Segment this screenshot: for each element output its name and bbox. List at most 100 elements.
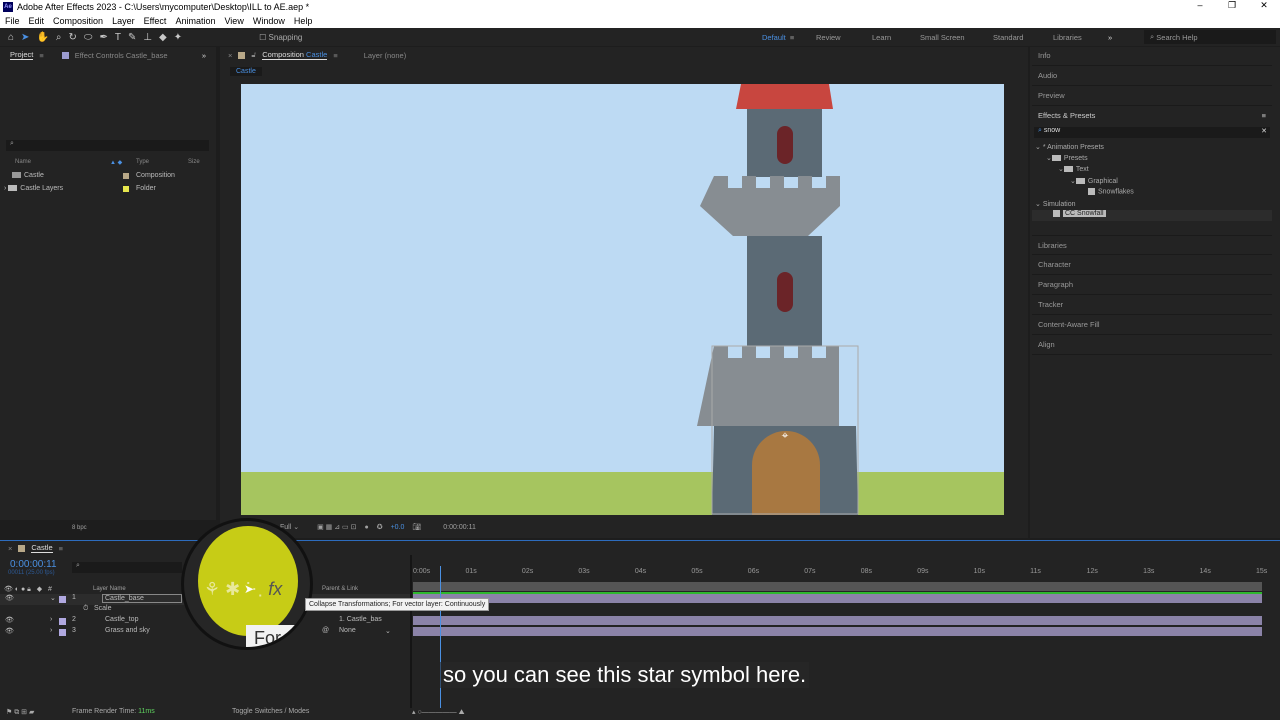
tab-layer[interactable]: Layer (none)	[364, 51, 407, 60]
lock-icon[interactable]: 🔓︎	[251, 50, 256, 60]
tab-timeline-castle[interactable]: Castle	[31, 543, 53, 553]
menu-view[interactable]: View	[224, 16, 243, 26]
search-help-input[interactable]: ⌕ Search Help	[1144, 30, 1276, 44]
tab-composition[interactable]: Composition Castle	[262, 50, 328, 60]
toggle-switches-modes-button[interactable]: Toggle Switches / Modes	[232, 708, 309, 715]
brush-tool-icon[interactable]: ✎	[128, 32, 136, 43]
composition-canvas[interactable]: ⌖	[241, 84, 1004, 515]
panel-tracker[interactable]: Tracker	[1032, 295, 1272, 315]
menu-effect[interactable]: Effect	[144, 16, 167, 26]
restore-button[interactable]: ❐	[1216, 0, 1248, 11]
col-type[interactable]: Type	[136, 159, 149, 165]
ae-logo-icon: Ae	[3, 2, 13, 12]
layer-bar-2[interactable]	[413, 616, 1262, 625]
close-button[interactable]: ✕	[1248, 0, 1280, 11]
project-item-castle-layers[interactable]: › Castle Layers Folder	[4, 185, 204, 192]
col-parent[interactable]: Parent & Link	[322, 586, 358, 592]
home-icon[interactable]: ⌂	[8, 32, 14, 43]
workspace-review[interactable]: Review	[816, 28, 841, 46]
item-name: Castle	[24, 172, 44, 179]
effect-controls-icon	[61, 51, 69, 59]
timeline-timecode[interactable]: 0:00:00:11	[10, 559, 57, 570]
exposure-reset-icon[interactable]: ✪	[377, 523, 383, 531]
panel-content-aware-fill[interactable]: Content-Aware Fill	[1032, 315, 1272, 335]
panel-character[interactable]: Character	[1032, 255, 1272, 275]
snapping-checkbox[interactable]: ☐ Snapping	[259, 33, 302, 42]
tree-graphical[interactable]: ⌄ Graphical	[1070, 177, 1118, 185]
panel-align[interactable]: Align	[1032, 335, 1272, 355]
viewer-timecode[interactable]: 0:00:00:11	[443, 524, 476, 531]
parent-dropdown[interactable]: 1. Castle_bas	[339, 616, 382, 623]
tab-effect-controls[interactable]: Effect Controls Castle_base	[75, 51, 168, 60]
panel-audio[interactable]: Audio	[1032, 66, 1272, 86]
more-workspaces-button[interactable]: »	[1108, 28, 1112, 46]
panel-preview[interactable]: Preview	[1032, 86, 1272, 106]
menu-edit[interactable]: Edit	[29, 16, 45, 26]
pen-tool-icon[interactable]: ✒	[99, 32, 107, 43]
panel-libraries[interactable]: Libraries	[1032, 235, 1272, 255]
footer-icons[interactable]: ⚑ ⧉ ⊞ ▰	[6, 708, 34, 717]
col-num: #	[47, 586, 52, 593]
panel-info[interactable]: Info	[1032, 46, 1272, 66]
project-item-castle[interactable]: Castle Composition	[12, 172, 212, 179]
rotate-tool-icon[interactable]: ↻	[69, 32, 77, 43]
color-channels-icon[interactable]: ●	[364, 524, 368, 531]
col-size[interactable]: Size	[188, 159, 200, 165]
workspace-standard[interactable]: Standard	[993, 28, 1023, 46]
tree-presets[interactable]: ⌄ Presets	[1046, 154, 1088, 162]
col-name[interactable]: Name	[15, 159, 31, 165]
selection-tool-icon[interactable]: ➤	[21, 32, 29, 43]
tree-text[interactable]: ⌄ Text	[1058, 165, 1089, 173]
exposure-value[interactable]: +0.0	[391, 524, 405, 531]
view-options-icons[interactable]: ▣ ▦ ⊿ ▭ ⊡	[317, 523, 356, 531]
workspace-learn[interactable]: Learn	[872, 28, 891, 46]
bpc-button[interactable]: 8 bpc	[72, 525, 87, 531]
parent-dropdown[interactable]: None	[339, 627, 356, 634]
zoom-slider[interactable]: ▴ ○————— ⛰	[412, 708, 465, 717]
puppet-tool-icon[interactable]: ✦	[174, 32, 182, 43]
tab-project[interactable]: Project	[10, 50, 34, 60]
viewer-footer: Full ⌄ ▣ ▦ ⊿ ▭ ⊡ ● ✪ +0.0 📷︎ 0:00:00:11	[220, 518, 1028, 536]
menu-composition[interactable]: Composition	[53, 16, 103, 26]
comp-breadcrumb[interactable]: Castle	[230, 67, 262, 76]
tree-cc-snowfall[interactable]: CC Snowfall	[1032, 210, 1272, 221]
time-tick: 01s	[465, 568, 477, 575]
workspace-small-screen[interactable]: Small Screen	[920, 28, 965, 46]
menu-window[interactable]: Window	[253, 16, 285, 26]
tab-comp-name: Castle	[306, 50, 328, 59]
hand-tool-icon[interactable]: ✋	[36, 32, 48, 43]
work-area-bar[interactable]	[413, 582, 1262, 591]
tree-snowflakes[interactable]: Snowflakes	[1088, 188, 1134, 195]
menu-bar: File Edit Composition Layer Effect Animation V…	[0, 14, 1280, 28]
time-tick: 13s	[1143, 568, 1155, 575]
layer-name[interactable]: Castle_base	[102, 594, 182, 603]
col-layer-name[interactable]: Layer Name	[93, 586, 126, 592]
menu-layer[interactable]: Layer	[112, 16, 135, 26]
menu-animation[interactable]: Animation	[175, 16, 215, 26]
menu-file[interactable]: File	[5, 16, 20, 26]
timeline-search-input[interactable]: ⌕	[72, 562, 182, 573]
type-tool-icon[interactable]: T	[115, 32, 121, 43]
magnified-tooltip: For	[246, 625, 310, 647]
effects-search-input[interactable]: ⌕ snow ✕	[1034, 127, 1270, 138]
workspace-default[interactable]: Default ≡	[762, 28, 794, 46]
panel-paragraph[interactable]: Paragraph	[1032, 275, 1272, 295]
search-help-placeholder: Search Help	[1156, 32, 1198, 42]
clear-search-icon[interactable]: ✕	[1261, 127, 1267, 135]
ellipse-tool-icon[interactable]: ⬭	[84, 32, 93, 43]
search-value: snow	[1043, 127, 1061, 134]
snapshot-icon[interactable]: 📷︎	[412, 523, 421, 531]
tree-simulation[interactable]: ⌄ Simulation	[1035, 200, 1076, 208]
minimize-button[interactable]: –	[1184, 0, 1216, 11]
tree-animation-presets[interactable]: ⌄ * Animation Presets	[1035, 143, 1104, 151]
eraser-tool-icon[interactable]: ◆	[159, 32, 167, 43]
menu-help[interactable]: Help	[294, 16, 313, 26]
anchor-point-icon: ⌖	[782, 428, 789, 442]
layer-bar-3[interactable]	[413, 627, 1262, 636]
panel-effects-presets[interactable]: Effects & Presets ≡	[1032, 106, 1272, 126]
stamp-tool-icon[interactable]: ⊥	[143, 32, 152, 43]
layer-bar-1[interactable]	[413, 594, 1262, 603]
zoom-tool-icon[interactable]: ⌕	[56, 32, 62, 43]
project-search-input[interactable]: ⌕	[6, 140, 209, 151]
workspace-libraries[interactable]: Libraries	[1053, 28, 1082, 46]
